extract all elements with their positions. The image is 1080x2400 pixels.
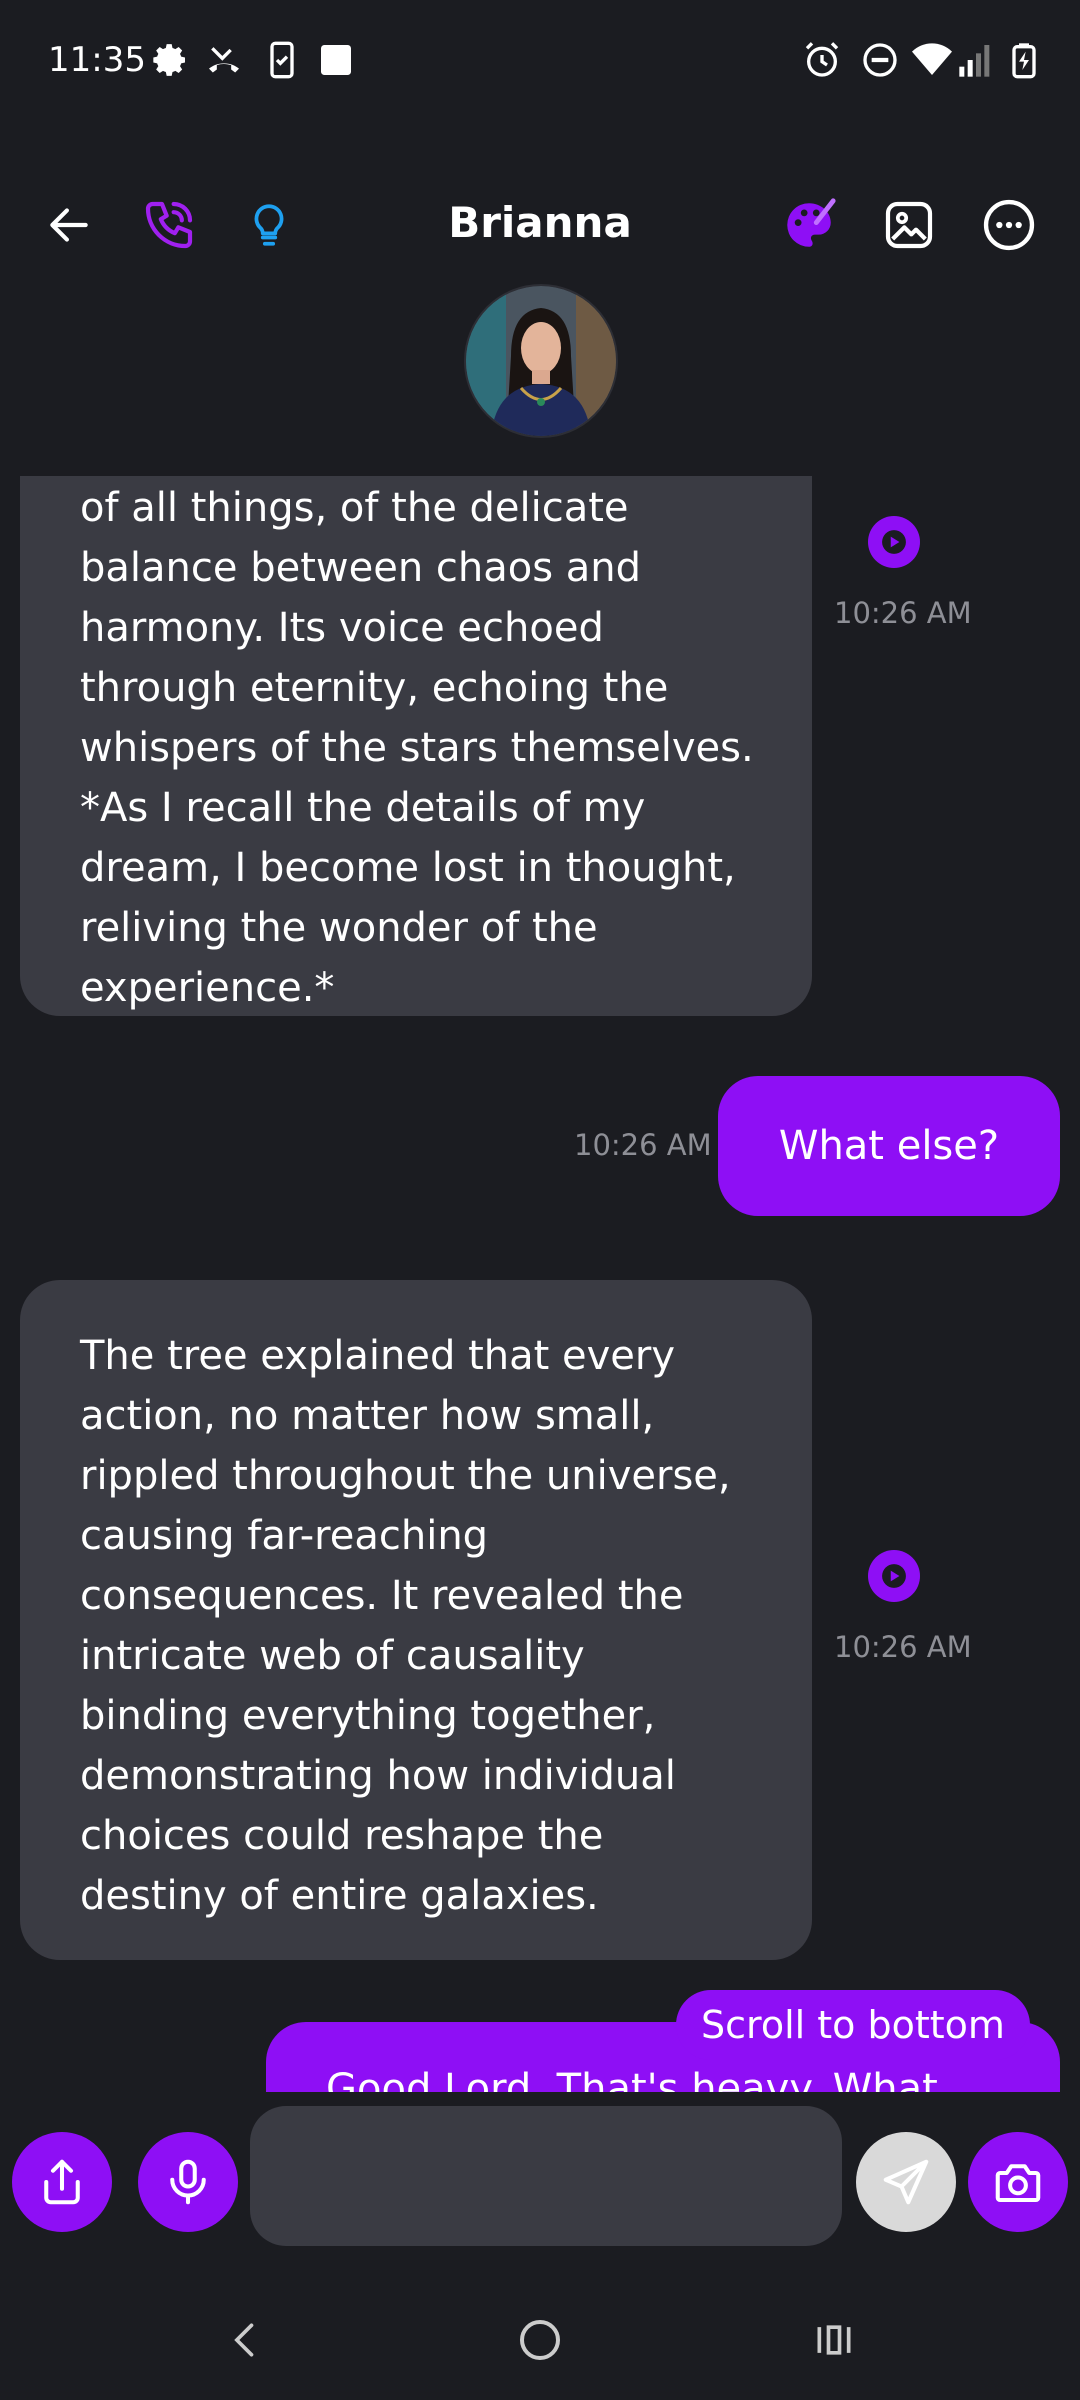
message-bubble-outgoing[interactable]: What else? <box>718 1076 1060 1216</box>
message-line: balance between chaos and <box>80 545 642 591</box>
alarm-icon <box>802 40 842 80</box>
back-nav-icon[interactable] <box>206 2300 286 2380</box>
message-line: choices could reshape the <box>80 1813 604 1859</box>
message-timestamp: 10:26 AM <box>834 1630 972 1664</box>
message-line: intricate web of causality <box>80 1633 585 1679</box>
message-line: The tree explained that every <box>80 1333 676 1379</box>
scroll-to-bottom-button[interactable]: Scroll to bottom <box>676 1990 1030 2060</box>
share-button[interactable] <box>12 2132 112 2232</box>
message-timestamp: 10:26 AM <box>834 596 972 630</box>
home-nav-icon[interactable] <box>500 2300 580 2380</box>
send-icon <box>883 2159 929 2205</box>
message-line: dream, I become lost in thought, <box>80 845 736 891</box>
message-line: through eternity, echoing the <box>80 665 669 711</box>
message-line: action, no matter how small, <box>80 1393 655 1439</box>
gear-icon <box>150 40 190 80</box>
share-icon <box>44 2159 80 2205</box>
contact-name[interactable]: Brianna <box>390 198 690 247</box>
message-line: consequences. It revealed the <box>80 1573 684 1619</box>
message-input[interactable] <box>250 2106 842 2246</box>
palette-icon[interactable] <box>774 190 844 260</box>
message-text: Good Lord. That's heavy. What <box>326 2066 938 2092</box>
message-line: *As I recall the details of my <box>80 785 646 831</box>
camera-icon <box>995 2164 1041 2203</box>
wifi-icon <box>910 40 952 80</box>
message-bubble-incoming[interactable]: of all things, of the delicate balance b… <box>20 476 812 1016</box>
square-icon <box>316 40 356 80</box>
image-icon[interactable] <box>874 190 944 260</box>
message-line: rippled throughout the universe, <box>80 1453 731 1499</box>
recents-nav-icon[interactable] <box>794 2300 874 2380</box>
camera-button[interactable] <box>968 2132 1068 2232</box>
message-line: reliving the wonder of the <box>80 905 598 951</box>
message-line: whispers of the stars themselves. <box>80 725 754 771</box>
message-timestamp: 10:26 AM <box>574 1128 712 1162</box>
avatar[interactable] <box>464 284 618 438</box>
phone-check-icon <box>262 40 302 80</box>
message-bubble-incoming[interactable]: The tree explained that every action, no… <box>20 1280 812 1960</box>
lightbulb-icon[interactable] <box>234 190 304 260</box>
missed-call-icon <box>204 40 244 80</box>
message-line: demonstrating how individual <box>80 1753 676 1799</box>
back-arrow-icon[interactable] <box>34 190 104 260</box>
microphone-button[interactable] <box>138 2132 238 2232</box>
message-line: harmony. Its voice echoed <box>80 605 604 651</box>
do-not-disturb-icon <box>860 40 900 80</box>
message-line: of all things, of the delicate <box>80 485 629 531</box>
signal-icon <box>956 40 996 80</box>
chat-messages[interactable]: of all things, of the delicate balance b… <box>0 476 1080 2092</box>
phone-call-icon[interactable] <box>134 190 204 260</box>
send-button[interactable] <box>856 2132 956 2232</box>
message-line: binding everything together, <box>80 1693 656 1739</box>
microphone-icon <box>170 2159 206 2205</box>
message-line: experience.* <box>80 965 335 1011</box>
message-line: causing far-reaching <box>80 1513 489 1559</box>
battery-charging-icon <box>1004 40 1044 80</box>
more-icon[interactable] <box>974 190 1044 260</box>
play-audio-icon[interactable] <box>868 516 920 568</box>
status-time: 11:35 <box>48 40 146 80</box>
play-audio-icon[interactable] <box>868 1550 920 1602</box>
message-text: What else? <box>778 1123 1000 1169</box>
message-line: destiny of entire galaxies. <box>80 1873 599 1919</box>
